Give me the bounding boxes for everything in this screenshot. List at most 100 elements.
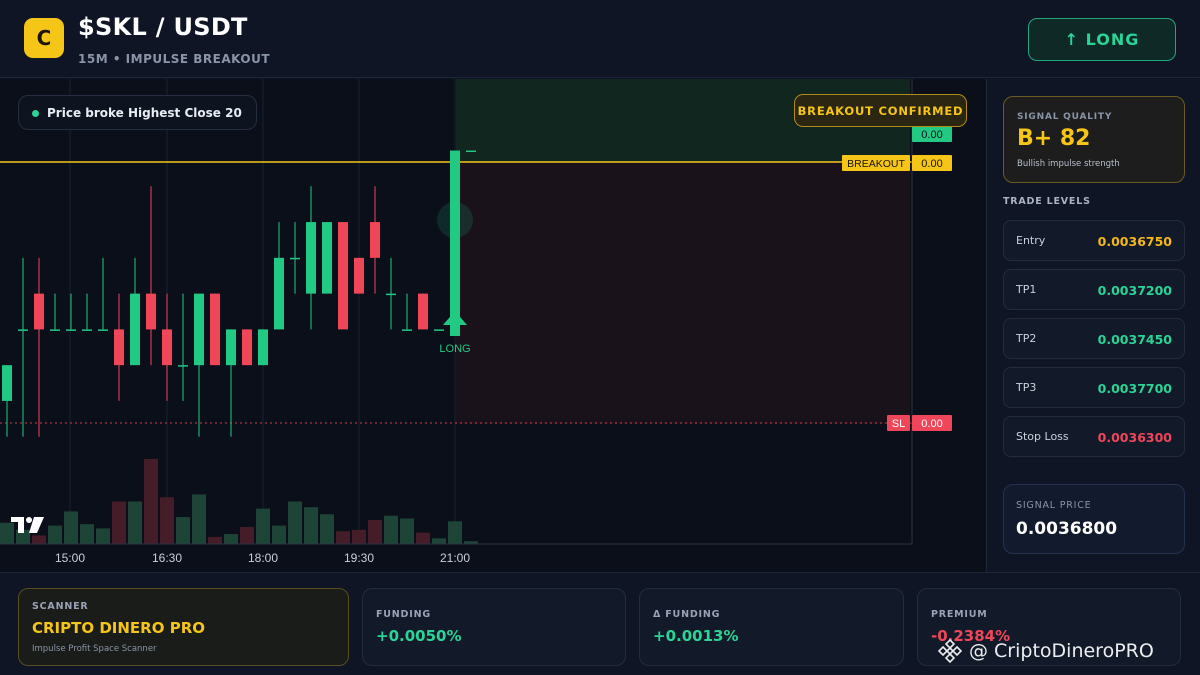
- signal-quality-desc: Bullish impulse strength: [1017, 159, 1120, 169]
- level-value: 0.0036300: [1097, 430, 1172, 445]
- funding-card: FUNDING +0.0050%: [362, 588, 626, 666]
- volume-bar: [64, 511, 78, 544]
- watermark: @ CriptoDineroPRO: [937, 636, 1154, 666]
- candle-body: [242, 329, 252, 366]
- app-logo: C: [24, 18, 64, 58]
- volume-bar: [192, 494, 206, 544]
- candle-body: [354, 257, 364, 294]
- header: C $SKL / USDT 15M • IMPULSE BREAKOUT ↑ L…: [0, 0, 1200, 78]
- scanner-name: CRIPTO DINERO PRO: [32, 619, 205, 637]
- risk-zone: [456, 162, 910, 424]
- candle-body: [130, 293, 140, 366]
- signal-price-value: 0.0036800: [1016, 519, 1118, 539]
- volume-bar: [336, 531, 350, 544]
- time-axis-label: 19:30: [344, 551, 374, 565]
- candle-body: [98, 329, 108, 331]
- level-label: TP1: [1016, 283, 1037, 296]
- trade-levels-title: TRADE LEVELS: [1003, 196, 1091, 207]
- candle-body: [226, 329, 236, 366]
- volume-bar: [400, 518, 414, 544]
- volume-bar: [432, 538, 446, 544]
- signal-glow: [437, 202, 473, 238]
- volume-bar: [96, 528, 110, 544]
- candle-body: [258, 329, 268, 366]
- info-pill: Price broke Highest Close 20: [18, 95, 257, 130]
- candle[interactable]: [258, 329, 268, 366]
- volume-bar: [272, 525, 286, 544]
- scanner-card: SCANNER CRIPTO DINERO PRO Impulse Profit…: [18, 588, 349, 666]
- candle-body: [418, 293, 428, 330]
- level-value: 0.0036750: [1097, 234, 1172, 249]
- funding-value: +0.0050%: [376, 627, 462, 645]
- binance-icon: [937, 638, 963, 664]
- time-axis-label: 15:00: [55, 551, 85, 565]
- candle[interactable]: [322, 222, 332, 294]
- time-axis-label: 21:00: [440, 551, 470, 565]
- scanner-label: SCANNER: [32, 601, 89, 612]
- delta-funding-value: +0.0013%: [653, 627, 739, 645]
- level-value: 0.0037200: [1097, 283, 1172, 298]
- volume-bar: [160, 497, 174, 544]
- candle[interactable]: [418, 293, 428, 330]
- candle-body: [194, 293, 204, 366]
- candle-body: [370, 222, 380, 258]
- premium-label: PREMIUM: [931, 609, 988, 620]
- candle-body: [322, 222, 332, 294]
- candle-body: [306, 222, 316, 294]
- tradingview-logo-icon: [11, 517, 44, 533]
- top-price-value: 0.00: [921, 129, 942, 141]
- volume-bar: [48, 525, 62, 544]
- volume-bar: [448, 521, 462, 544]
- candle-body: [338, 222, 348, 330]
- signal-panel: SIGNAL QUALITY B+ 82 Bullish impulse str…: [986, 79, 1200, 572]
- volume-bar: [320, 514, 334, 544]
- chart-area[interactable]: LONG 0.00 BREAKOUT 0.00 SL 0.00 15:00 16:…: [0, 79, 985, 572]
- candle[interactable]: [242, 329, 252, 366]
- pair-subtitle: 15M • IMPULSE BREAKOUT: [78, 52, 271, 66]
- candle[interactable]: [450, 150, 460, 330]
- level-label: Entry: [1016, 234, 1046, 247]
- volume-bar: [224, 534, 238, 544]
- volume-bar: [128, 501, 142, 544]
- volume-bar: [288, 501, 302, 544]
- long-marker-label: LONG: [439, 343, 470, 355]
- level-entry: Entry 0.0036750: [1003, 220, 1185, 261]
- breakout-price-value: 0.00: [921, 158, 942, 170]
- candle[interactable]: [338, 222, 348, 330]
- long-button[interactable]: ↑ LONG: [1028, 18, 1176, 61]
- level-tp1: TP1 0.0037200: [1003, 269, 1185, 310]
- candle[interactable]: [354, 257, 364, 294]
- volume-bar: [32, 535, 46, 544]
- volume-bar: [304, 507, 318, 544]
- level-tp3: TP3 0.0037700: [1003, 367, 1185, 408]
- bottom-bar: SCANNER CRIPTO DINERO PRO Impulse Profit…: [0, 572, 1200, 675]
- candle-body: [2, 365, 12, 401]
- breakout-tag-label: BREAKOUT: [847, 158, 905, 170]
- level-tp2: TP2 0.0037450: [1003, 318, 1185, 359]
- signal-quality-label: SIGNAL QUALITY: [1017, 112, 1113, 122]
- candle-body: [402, 329, 412, 331]
- candlestick-chart[interactable]: LONG 0.00 BREAKOUT 0.00 SL 0.00 15:00 16:…: [0, 79, 985, 572]
- candle-body: [114, 329, 124, 366]
- volume-bar: [256, 508, 270, 544]
- candle[interactable]: [466, 150, 476, 153]
- pair-title: $SKL / USDT: [78, 13, 248, 41]
- volume-bar: [384, 515, 398, 544]
- candle[interactable]: [210, 293, 220, 366]
- signal-quality-card: SIGNAL QUALITY B+ 82 Bullish impulse str…: [1003, 96, 1185, 183]
- candle-body: [66, 329, 76, 331]
- volume-bar: [80, 524, 94, 544]
- volume-bar: [176, 517, 190, 544]
- info-pill-text: Price broke Highest Close 20: [47, 105, 242, 120]
- level-value: 0.0037700: [1097, 381, 1172, 396]
- volume-bar: [240, 527, 254, 544]
- level-value: 0.0037450: [1097, 332, 1172, 347]
- level-stop-loss: Stop Loss 0.0036300: [1003, 416, 1185, 457]
- level-label: TP2: [1016, 332, 1037, 345]
- candle-body: [178, 365, 188, 367]
- candle-body: [50, 329, 60, 331]
- candle-body: [290, 257, 300, 260]
- breakout-confirmed-badge: BREAKOUT CONFIRMED: [794, 94, 967, 127]
- signal-price-card: SIGNAL PRICE 0.0036800: [1003, 484, 1185, 554]
- candle[interactable]: [434, 329, 444, 331]
